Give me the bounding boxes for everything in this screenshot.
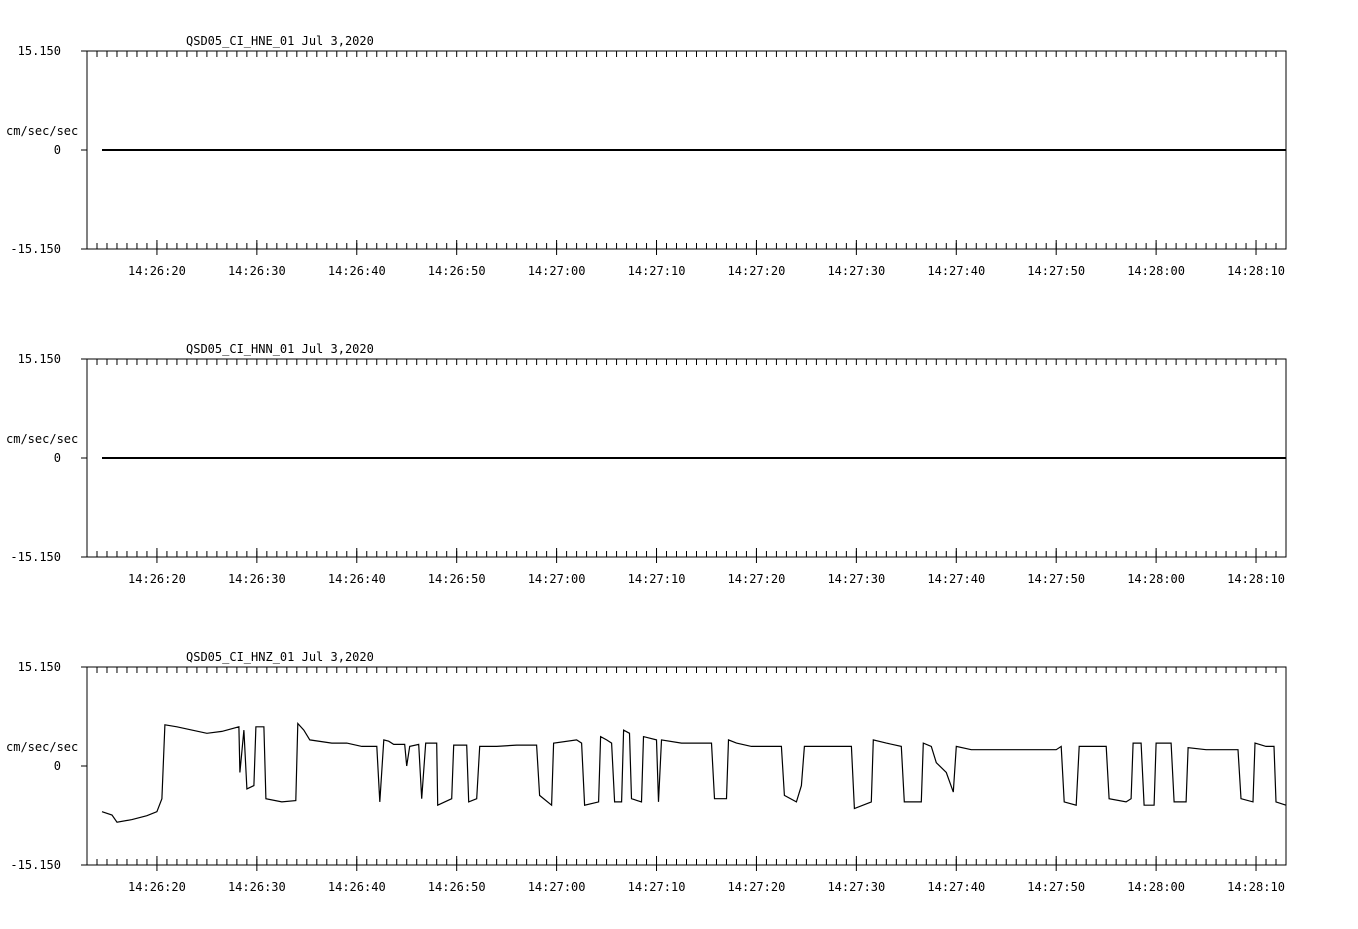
x-tick-label: 14:27:30 (827, 572, 885, 586)
waveform-trace (101, 721, 1287, 823)
x-tick-label: 14:27:10 (628, 572, 686, 586)
x-tick-label: 14:27:20 (728, 572, 786, 586)
x-tick-label: 14:27:20 (728, 264, 786, 278)
seismogram-charts: QSD05_CI_HNE_01 Jul 3,2020 15.150 0 -15.150… (6, 34, 1287, 894)
x-tick-label: 14:27:40 (927, 880, 985, 894)
chart-title: QSD05_CI_HNN_01 Jul 3,2020 (186, 342, 374, 356)
y-tick-label: 15.150 (18, 352, 61, 366)
x-tick-label: 14:27:40 (927, 264, 985, 278)
x-tick-label: 14:27:20 (728, 880, 786, 894)
y-tick-label: 15.150 (18, 660, 61, 674)
y-axis-label: cm/sec/sec (6, 740, 78, 754)
plot-frame (86, 666, 1287, 866)
x-tick-label: 14:27:00 (528, 572, 586, 586)
y-axis-label: cm/sec/sec (6, 432, 78, 446)
x-tick-label: 14:27:50 (1027, 880, 1085, 894)
x-tick-label: 14:26:50 (428, 572, 486, 586)
x-tick-label: 14:26:20 (128, 880, 186, 894)
x-tick-label: 14:27:50 (1027, 264, 1085, 278)
y-tick-label: 15.150 (18, 44, 61, 58)
seismogram-page: QSD05_CI_HNE_01 Jul 3,2020 15.150 0 -15.150… (0, 0, 1358, 924)
x-tick-label: 14:26:30 (228, 264, 286, 278)
y-tick-label: -15.150 (10, 858, 61, 872)
x-tick-label: 14:27:10 (628, 880, 686, 894)
x-tick-label: 14:27:30 (827, 264, 885, 278)
x-tick-label: 14:27:30 (827, 880, 885, 894)
chart-title: QSD05_CI_HNE_01 Jul 3,2020 (186, 34, 374, 48)
x-tick-label: 14:26:40 (328, 880, 386, 894)
x-tick-label: 14:28:10 (1227, 880, 1285, 894)
x-tick-label: 14:28:10 (1227, 264, 1285, 278)
y-axis-label: cm/sec/sec (6, 124, 78, 138)
y-tick-label: 0 (54, 143, 61, 157)
chart-title: QSD05_CI_HNZ_01 Jul 3,2020 (186, 650, 374, 664)
x-tick-label: 14:27:40 (927, 572, 985, 586)
x-tick-label: 14:26:20 (128, 264, 186, 278)
x-tick-label: 14:26:50 (428, 264, 486, 278)
y-tick-label: 0 (54, 451, 61, 465)
y-tick-label: -15.150 (10, 550, 61, 564)
x-tick-label: 14:26:30 (228, 880, 286, 894)
x-tick-label: 14:28:00 (1127, 264, 1185, 278)
x-tick-label: 14:27:10 (628, 264, 686, 278)
x-tick-label: 14:28:00 (1127, 880, 1185, 894)
x-tick-label: 14:26:40 (328, 572, 386, 586)
x-tick-label: 14:28:10 (1227, 572, 1285, 586)
x-tick-label: 14:26:30 (228, 572, 286, 586)
x-tick-label: 14:26:40 (328, 264, 386, 278)
x-tick-label: 14:27:00 (528, 264, 586, 278)
y-tick-label: -15.150 (10, 242, 61, 256)
x-tick-label: 14:28:00 (1127, 572, 1185, 586)
y-tick-label: 0 (54, 759, 61, 773)
x-tick-label: 14:27:00 (528, 880, 586, 894)
x-tick-label: 14:26:50 (428, 880, 486, 894)
x-tick-label: 14:27:50 (1027, 572, 1085, 586)
x-tick-label: 14:26:20 (128, 572, 186, 586)
